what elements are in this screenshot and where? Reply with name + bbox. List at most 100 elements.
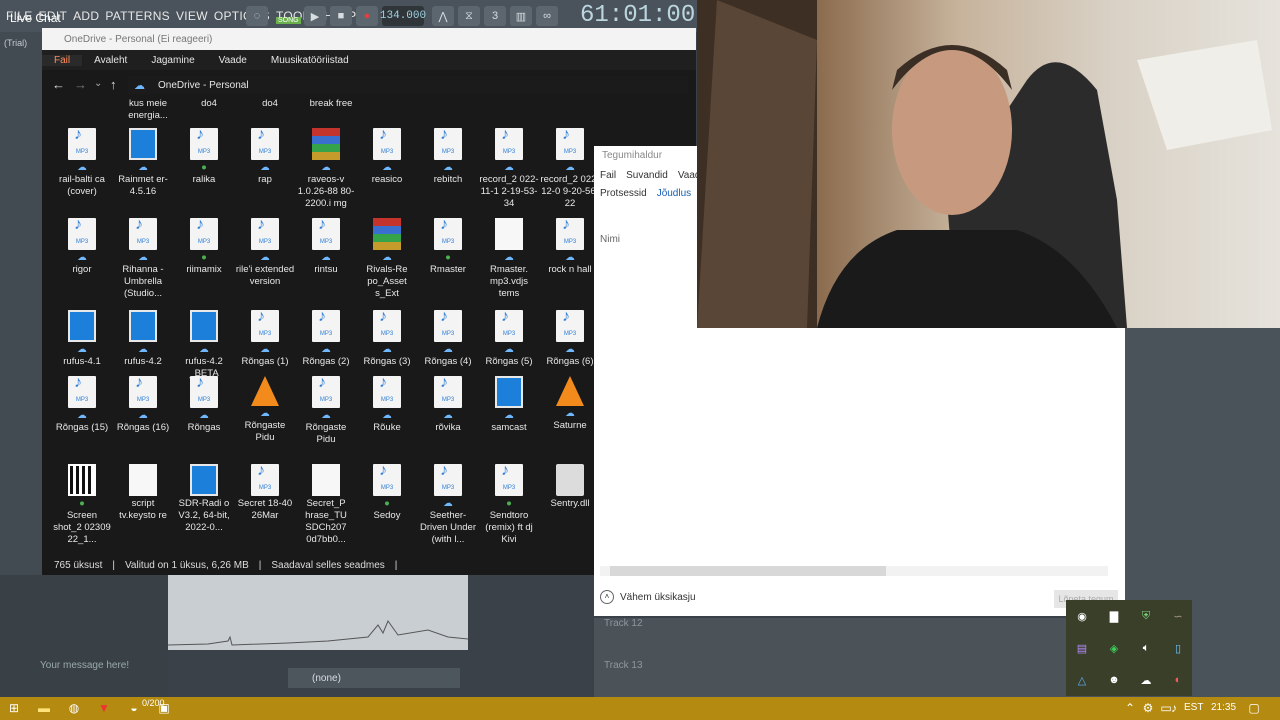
file-item[interactable]: MP3 ☁ Rõngas (1) [235, 310, 295, 368]
file-item[interactable]: ☁ Rivals-Re po_Asset s_Ext [357, 218, 417, 300]
file-item[interactable]: MP3 ☁ rap [235, 128, 295, 186]
discord-icon[interactable]: ☻ [1106, 672, 1122, 688]
green-app-icon[interactable]: ◈ [1106, 640, 1122, 656]
file-item[interactable]: MP3 ☁ Rõngas (6) [540, 310, 600, 368]
chevron-up-icon[interactable]: ⌃ [1122, 700, 1138, 716]
file-item[interactable]: MP3 ☁ Rõuke [357, 376, 417, 434]
tm-menu-file[interactable]: Fail [600, 170, 616, 181]
name-column-header[interactable]: Nimi [600, 234, 620, 245]
file-item[interactable]: MP3 ☁ Rõngaste Pidu [296, 376, 356, 446]
file-item[interactable]: MP3 ☁ rebitch [418, 128, 478, 186]
song-mode-badge[interactable]: SONG [276, 17, 301, 24]
tab-performance[interactable]: Jõudlus [657, 188, 691, 199]
file-item[interactable]: MP3 ☁ rigor [52, 218, 112, 276]
notifications-icon[interactable]: ▢ [1246, 700, 1262, 716]
blend-notes-icon[interactable]: ∞ [536, 6, 558, 26]
volume-icon[interactable]: ♪ [1166, 700, 1182, 716]
record-icon[interactable]: ● [356, 6, 378, 26]
file-item[interactable]: MP3 ☁ record_2 022-12-0 9-20-56- 22 [540, 128, 600, 210]
forward-arrow-icon[interactable]: → [74, 77, 87, 92]
settings-gear-icon[interactable]: ⚙ [1140, 700, 1156, 716]
track-13-label[interactable]: Track 13 [604, 660, 643, 671]
back-arrow-icon[interactable]: ← [52, 77, 65, 92]
file-item[interactable]: MP3 ☁ reasico [357, 128, 417, 186]
file-item[interactable]: ☁ rufus-4.2 _BETA [174, 310, 234, 380]
ribbon-tab-share[interactable]: Jagamine [139, 55, 206, 66]
up-arrow-icon[interactable]: ↑ [110, 77, 117, 92]
file-item[interactable]: MP3 ☁ Rõngas (15) [52, 376, 112, 434]
obs-icon[interactable]: ◉ [1074, 608, 1090, 624]
record-loop-icon[interactable]: ◌ [246, 6, 268, 26]
file-item[interactable]: MP3 ☁ Rõngas (2) [296, 310, 356, 368]
taskbar-clock[interactable]: 21:35 [1211, 702, 1236, 713]
file-item[interactable]: ● Screen shot_2 02309 22_1... [52, 464, 112, 546]
tempo-display[interactable]: 134.000 [380, 6, 426, 26]
file-item[interactable]: SDR-Radi o V3.2, 64-bit, 2022-0... [174, 464, 234, 534]
scrollbar-thumb[interactable] [610, 566, 886, 576]
chrome-icon[interactable]: ◒ [126, 700, 142, 716]
step-edit-icon[interactable]: ▥ [510, 6, 532, 26]
shield-icon[interactable]: ⛨ [1138, 608, 1154, 624]
file-item[interactable]: MP3 ● Rmaster [418, 218, 478, 276]
play-icon[interactable]: ▶ [304, 6, 326, 26]
countdown-icon[interactable]: 3 [484, 6, 506, 26]
file-item[interactable]: ☁ Rainmet er-4.5.16 [113, 128, 173, 198]
metronome-icon[interactable]: ⋀ [432, 6, 454, 26]
file-item[interactable]: MP3 ☁ record_2 022-11-1 2-19-53- 34 [479, 128, 539, 210]
file-item[interactable]: MP3 ☁ Seether- Driven Under (with l... [418, 464, 478, 546]
file-item[interactable]: MP3Secret 18-40 26Mar [235, 464, 295, 522]
file-item[interactable]: ☁ raveos-v 1.0.26-88 80-2200.i mg [296, 128, 356, 210]
document-icon[interactable]: ▯ [1170, 640, 1186, 656]
file-item[interactable]: ☁ rufus-4.2 [113, 310, 173, 368]
file-item[interactable]: MP3 ☁ Rõngas (3) [357, 310, 417, 368]
file-explorer-icon[interactable]: ▬ [36, 700, 52, 716]
file-item[interactable]: MP3 ☁ rõvika [418, 376, 478, 434]
tm-menu-options[interactable]: Suvandid [626, 170, 668, 181]
google-drive-icon[interactable]: △ [1074, 672, 1090, 688]
tab-processes[interactable]: Protsessid [600, 188, 647, 199]
address-bar[interactable]: OneDrive - Personal [128, 76, 688, 94]
file-item[interactable]: ☁ Rmaster. mp3.vdjs tems [479, 218, 539, 300]
file-item[interactable]: MP3 ☁ Rõngas (4) [418, 310, 478, 368]
ribbon-tab-music-tools[interactable]: Muusikatööriistad [259, 55, 361, 66]
app-icon[interactable]: ◍ [66, 700, 82, 716]
fl-menu-add[interactable]: ADD [73, 9, 99, 23]
partial-item[interactable]: break free [301, 98, 361, 110]
file-item[interactable]: MP3 ● ralika [174, 128, 234, 186]
audio-meter-icon[interactable]: ▇ [1106, 608, 1122, 624]
file-item[interactable]: MP3 ☁ Rihanna - Umbrella (Studio... [113, 218, 173, 300]
file-item[interactable]: ☁ Saturne [540, 376, 600, 432]
file-item[interactable]: MP3 ☁ Rõngas (5) [479, 310, 539, 368]
chat-input[interactable]: Your message here! [40, 660, 129, 671]
ribbon-tab-home[interactable]: Avaleht [82, 55, 139, 66]
fl-studio-icon[interactable]: ▣ [156, 700, 172, 716]
brave-icon[interactable]: ▼ [96, 700, 112, 716]
less-details-toggle[interactable]: ˄ Vähem üksikasju [600, 590, 696, 604]
track-12-label[interactable]: Track 12 [604, 618, 643, 629]
file-item[interactable]: MP3 ☁ Rõngas [174, 376, 234, 434]
windows-start-icon[interactable]: ⊞ [6, 700, 22, 716]
file-item[interactable]: Secret_P hrase_TU SDCh207 0d7bb0... [296, 464, 356, 546]
file-item[interactable]: MP3 ☁ rail-balti ca (cover) [52, 128, 112, 198]
input-language[interactable]: EST [1184, 702, 1203, 713]
fl-menu-patterns[interactable]: PATTERNS [105, 9, 170, 23]
horizontal-scrollbar[interactable] [600, 566, 1108, 576]
file-item[interactable]: MP3 ● Sendtoro (remix) ft dj Kivi [479, 464, 539, 546]
file-item[interactable]: ☁ Rõngaste Pidu [235, 376, 295, 444]
file-item[interactable]: ☁ rufus-4.1 [52, 310, 112, 368]
preset-selector[interactable]: (none) [288, 668, 460, 688]
ribbon-tab-file[interactable]: Fail [42, 54, 83, 66]
loop-icon[interactable]: ∽ [1170, 608, 1186, 624]
clipboard-icon[interactable]: ▤ [1074, 640, 1090, 656]
ribbon-tab-view[interactable]: Vaade [207, 55, 259, 66]
file-item[interactable]: MP3 ☁ rintsu [296, 218, 356, 276]
steam-icon[interactable]: ◐ [1170, 672, 1186, 688]
file-item[interactable]: MP3 ● riimamix [174, 218, 234, 276]
cloud-icon[interactable]: ☁ [1138, 672, 1154, 688]
wait-input-icon[interactable]: ⧖ [458, 6, 480, 26]
partial-item[interactable]: do4 [240, 98, 300, 110]
file-item[interactable]: MP3 ● Sedoy [357, 464, 417, 522]
file-item[interactable]: ☁ samcast [479, 376, 539, 434]
fl-menu-view[interactable]: VIEW [176, 9, 208, 23]
file-item[interactable]: MP3 ☁ rile'i extended version [235, 218, 295, 288]
